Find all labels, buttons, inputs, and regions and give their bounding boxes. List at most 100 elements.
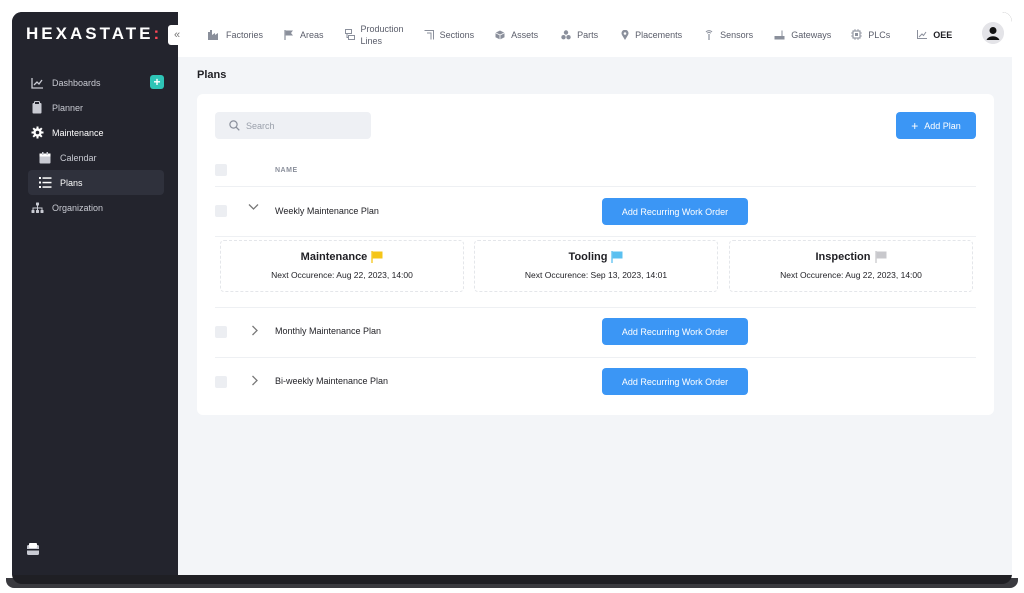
logo-dot: : <box>153 24 163 43</box>
top-nav-oee[interactable]: OEE <box>917 30 952 40</box>
plan-name[interactable]: Bi-weekly Maintenance Plan <box>275 376 388 386</box>
work-order-title: Tooling <box>568 251 608 263</box>
parts-icon <box>561 29 571 40</box>
sidebar-item-dashboards[interactable]: Dashboards + <box>12 70 178 95</box>
divider <box>215 307 976 308</box>
top-nav-plcs[interactable]: PLCs <box>851 29 890 40</box>
divider <box>215 186 976 187</box>
user-avatar[interactable] <box>982 22 1004 44</box>
logo-text: HEXASTATE <box>26 24 154 43</box>
pin-icon <box>621 29 629 40</box>
top-nav-label: PLCs <box>868 29 891 40</box>
chevron-double-left-icon: « <box>173 29 181 41</box>
clipboard-icon <box>30 101 44 115</box>
chevron-right-icon[interactable] <box>251 325 259 339</box>
sidebar-item-planner[interactable]: Planner <box>12 95 178 120</box>
sidebar-item-label: Plans <box>60 177 83 188</box>
flag-icon <box>611 251 623 263</box>
work-order-title-row: Maintenance <box>221 251 463 263</box>
next-occurrence: Next Occurence: Aug 22, 2023, 14:00 <box>271 270 413 280</box>
sidebar: HEXASTATE: Dashboards + Planner Maintena <box>12 12 178 575</box>
user-icon <box>982 22 1004 44</box>
add-recurring-work-order-button[interactable]: Add Recurring Work Order <box>602 318 748 345</box>
chevron-down-icon[interactable] <box>248 203 259 214</box>
collapse-sidebar-button[interactable]: « <box>168 25 186 45</box>
sidebar-item-organization[interactable]: Organization <box>12 195 178 220</box>
app-window: HEXASTATE: Dashboards + Planner Maintena <box>12 12 1012 584</box>
column-header-name: NAME <box>275 167 298 174</box>
sidebar-item-maintenance[interactable]: Maintenance <box>12 120 178 145</box>
top-nav-label: Placements <box>635 29 683 40</box>
top-nav-label: Sections <box>439 29 475 40</box>
top-nav-label: Factories <box>226 29 264 40</box>
top-navigation: Factories Areas Production Lines Section… <box>178 12 1012 57</box>
top-nav-label: Production Lines <box>360 23 404 46</box>
work-order-card[interactable]: Tooling Next Occurence: Sep 13, 2023, 14… <box>474 240 718 292</box>
inbox-icon[interactable] <box>26 542 40 561</box>
org-chart-icon <box>30 201 44 215</box>
search-input[interactable] <box>244 119 368 132</box>
plan-name[interactable]: Monthly Maintenance Plan <box>275 326 381 336</box>
top-nav-areas[interactable]: Areas <box>284 29 324 40</box>
top-nav-sensors[interactable]: Sensors <box>704 30 753 40</box>
plus-icon: + <box>911 118 919 133</box>
gear-icon <box>30 126 44 140</box>
top-nav-assets[interactable]: Assets <box>495 30 538 40</box>
main-content: Plans + Add Plan NAME Weekly Maintenanc <box>178 57 1012 575</box>
top-nav-sections[interactable]: Sections <box>424 29 475 40</box>
add-plan-label: Add Plan <box>924 120 961 131</box>
top-nav-gateways[interactable]: Gateways <box>774 30 831 40</box>
top-nav-label: OEE <box>933 29 953 40</box>
add-recurring-work-order-button[interactable]: Add Recurring Work Order <box>602 368 748 395</box>
sidebar-item-calendar[interactable]: Calendar <box>12 145 178 170</box>
plans-card: + Add Plan NAME Weekly Maintenance Plan … <box>197 94 994 415</box>
work-order-title-row: Tooling <box>475 251 717 263</box>
next-occurrence: Next Occurence: Sep 13, 2023, 14:01 <box>524 270 668 280</box>
top-nav-label: Gateways <box>791 29 832 40</box>
top-nav-label: Assets <box>511 29 539 40</box>
sidebar-item-label: Planner <box>52 102 84 113</box>
work-order-title: Maintenance <box>300 251 368 263</box>
factory-icon <box>208 29 220 40</box>
chip-icon <box>851 29 863 40</box>
flag-icon <box>284 29 294 40</box>
flag-icon <box>874 251 887 263</box>
gateway-icon <box>774 30 785 40</box>
page-title: Plans <box>197 69 227 81</box>
add-plan-button[interactable]: + Add Plan <box>896 112 976 139</box>
plan-name[interactable]: Weekly Maintenance Plan <box>275 206 379 216</box>
chevron-right-icon[interactable] <box>251 375 259 389</box>
search-box[interactable] <box>215 112 371 139</box>
row-checkbox[interactable] <box>215 326 227 338</box>
add-dashboard-button[interactable]: + <box>150 75 164 89</box>
next-occurrence: Next Occurence: Aug 22, 2023, 14:00 <box>780 270 922 280</box>
logo[interactable]: HEXASTATE: <box>26 24 162 44</box>
search-icon <box>229 120 240 131</box>
top-nav-production-lines[interactable]: Production Lines <box>344 23 404 47</box>
work-order-card[interactable]: Maintenance Next Occurence: Aug 22, 2023… <box>220 240 464 292</box>
top-nav-factories[interactable]: Factories <box>208 29 264 40</box>
sections-icon <box>424 29 434 40</box>
add-recurring-work-order-button[interactable]: Add Recurring Work Order <box>602 198 748 225</box>
work-order-title: Inspection <box>815 251 871 263</box>
work-order-title-row: Inspection <box>730 251 972 263</box>
sidebar-item-label: Calendar <box>60 152 97 163</box>
top-nav-label: Parts <box>577 29 599 40</box>
work-order-card[interactable]: Inspection Next Occurence: Aug 22, 2023,… <box>729 240 973 292</box>
flag-icon <box>371 251 383 263</box>
sidebar-item-label: Dashboards <box>52 77 101 88</box>
calendar-icon <box>38 151 52 165</box>
sidebar-nav: Dashboards + Planner Maintenance Calenda… <box>12 70 178 220</box>
top-nav-parts[interactable]: Parts <box>561 30 598 40</box>
sidebar-item-label: Organization <box>52 202 104 213</box>
select-all-checkbox[interactable] <box>215 164 227 176</box>
production-lines-icon <box>344 29 355 40</box>
row-checkbox[interactable] <box>215 376 227 388</box>
row-checkbox[interactable] <box>215 205 227 217</box>
list-icon <box>38 176 52 190</box>
antenna-icon <box>704 29 714 40</box>
top-nav-placements[interactable]: Placements <box>621 29 683 40</box>
sidebar-item-plans[interactable]: Plans <box>28 170 164 195</box>
top-nav-label: Areas <box>300 29 324 40</box>
divider <box>215 357 976 358</box>
